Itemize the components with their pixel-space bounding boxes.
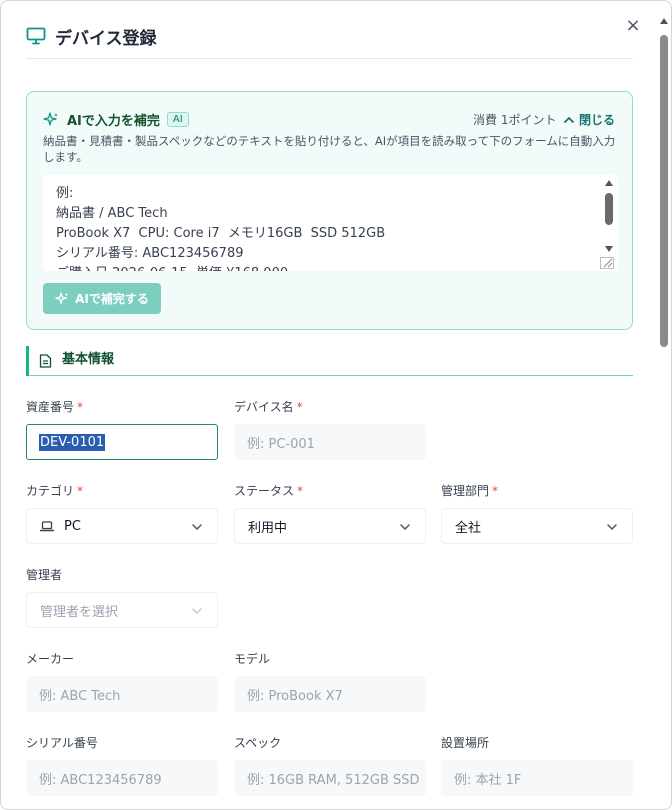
device-name-placeholder: 例: PC-001 [247,436,315,452]
serial-label: シリアル番号 [26,736,98,750]
chevron-down-icon [192,608,202,614]
device-name-input[interactable]: 例: PC-001 [234,424,426,460]
ai-source-textarea[interactable]: 例: 納品書 / ABC Tech ProBook X7 CPU: Core i… [43,175,618,271]
section-title: 基本情報 [62,352,115,367]
close-button[interactable]: × [623,14,643,36]
document-icon [39,354,52,368]
ai-panel-close-toggle[interactable]: 閉じる [563,111,615,128]
status-label: ステータス * [234,484,304,498]
dialog-scrollbar[interactable] [658,17,670,807]
spec-label: スペック [234,736,282,750]
location-input[interactable]: 例: 本社 1F [441,760,633,796]
ai-panel-title: AIで入力を補完 [67,114,160,129]
chevron-down-icon [400,524,410,530]
textarea-scrollbar[interactable] [600,179,614,269]
spec-input[interactable]: 例: 16GB RAM, 512GB SSD [234,760,426,796]
department-select[interactable]: 全社 [441,508,633,544]
asset-no-input[interactable]: DEV-0101 [26,424,218,460]
maker-input[interactable]: 例: ABC Tech [26,676,218,712]
ai-textarea-placeholder: 例: 納品書 / ABC Tech ProBook X7 CPU: Core i… [56,186,386,271]
serial-input[interactable]: 例: ABC123456789 [26,760,218,796]
status-value: 利用中 [248,520,288,536]
category-label: カテゴリ * [26,484,84,498]
header-divider [26,58,633,59]
ai-toggle-label: 閉じる [579,113,616,127]
monitor-icon [26,27,46,45]
section-accent-bar [26,346,29,376]
scroll-thumb[interactable] [660,35,668,347]
department-value: 全社 [455,520,482,536]
asset-no-value: DEV-0101 [39,433,106,451]
textarea-scroll-thumb[interactable] [605,193,613,225]
laptop-icon [40,521,54,532]
category-value: PC [64,518,81,534]
ai-panel-heading: AIで入力を補完 AI [43,110,189,129]
close-icon: × [625,14,641,36]
chevron-down-icon [192,524,202,530]
location-label: 設置場所 [441,736,490,750]
asset-no-label: 資産番号 * [26,400,84,414]
chevron-up-icon [564,116,574,123]
resize-handle-icon[interactable] [600,257,614,269]
device-name-label: デバイス名 * [234,400,303,414]
chevron-down-icon [607,524,617,530]
model-label: モデル [234,652,271,666]
section-basic-info: 基本情報 [26,346,633,376]
ai-panel-description: 納品書・見積書・製品スペックなどのテキストを貼り付けると、AIが項目を読み取って… [43,134,616,164]
manager-select[interactable]: 管理者を選択 [26,592,218,628]
serial-placeholder: 例: ABC123456789 [39,772,162,788]
status-select[interactable]: 利用中 [234,508,426,544]
maker-placeholder: 例: ABC Tech [39,688,121,704]
scroll-up-arrow-icon[interactable] [659,17,669,25]
maker-label: メーカー [26,652,75,666]
model-placeholder: 例: ProBook X7 [247,688,343,704]
model-input[interactable]: 例: ProBook X7 [234,676,426,712]
manager-placeholder: 管理者を選択 [40,604,119,620]
dialog-title: デバイス登録 [55,28,157,49]
location-placeholder: 例: 本社 1F [454,772,522,788]
ai-badge: AI [166,112,189,127]
sparkle-icon [55,291,69,304]
textarea-scroll-down-icon[interactable] [604,245,614,253]
sparkle-icon [43,111,58,126]
manager-label: 管理者 [26,568,63,582]
category-select[interactable]: PC [26,508,218,544]
spec-placeholder: 例: 16GB RAM, 512GB SSD [247,772,420,788]
ai-complete-button-label: AIで補完する [75,292,149,306]
section-divider [26,375,633,376]
textarea-scroll-up-icon[interactable] [604,179,614,187]
ai-cost-label: 消費 1ポイント [473,113,557,127]
ai-complete-button[interactable]: AIで補完する [43,283,161,314]
ai-assist-panel: AIで入力を補完 AI 消費 1ポイント 閉じる 納品書・見積書・製品スペックな… [26,91,633,330]
department-label: 管理部門 * [441,484,499,498]
device-register-dialog: デバイス登録 × AIで入力を補完 AI 消費 1ポイント 閉じる 納品書・見積… [0,0,672,810]
dialog-header: デバイス登録 [26,23,157,49]
